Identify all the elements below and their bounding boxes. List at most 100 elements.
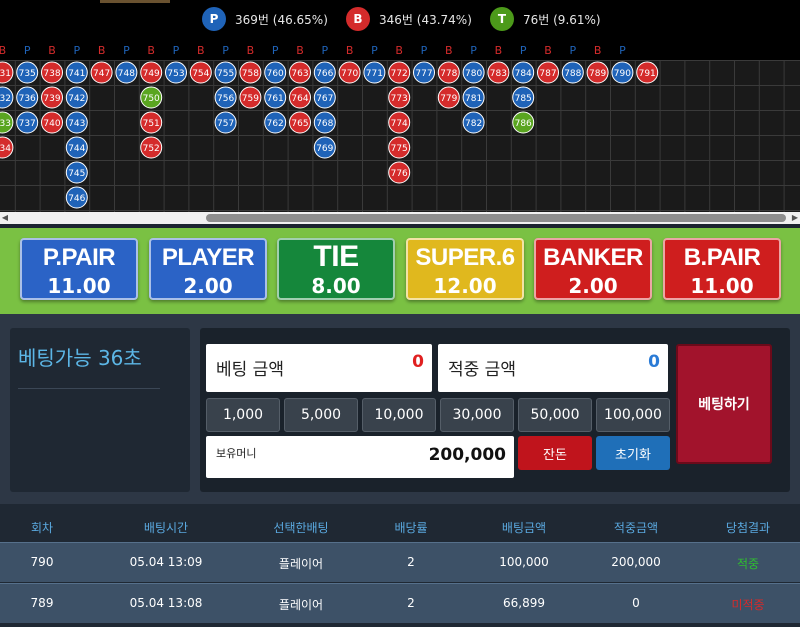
- road-bead-label: 753: [167, 69, 184, 79]
- road-bead-label: 758: [242, 69, 259, 79]
- road-bead-label: 781: [465, 94, 482, 104]
- road-bead-label: 763: [291, 69, 308, 79]
- road-bead-label: 765: [291, 119, 308, 129]
- header-time: 배팅시간: [143, 521, 189, 535]
- chip-50000-button[interactable]: 50,000: [518, 398, 592, 432]
- row-choice: 플레이어: [278, 557, 324, 571]
- road-bead-label: 780: [465, 69, 482, 79]
- road-bead-label: 770: [341, 69, 358, 79]
- road-bead-label: 745: [68, 169, 85, 179]
- place-bet-button[interactable]: 베팅하기: [676, 344, 772, 464]
- road-header-letter: B: [48, 44, 56, 57]
- road-header-letter: B: [247, 44, 255, 57]
- road-bead-label: 767: [316, 94, 333, 104]
- road-bead-label: 791: [639, 69, 656, 79]
- road-bead-label: 735: [19, 69, 36, 79]
- header-decoration: [100, 0, 170, 3]
- road-header-letter: B: [346, 44, 354, 57]
- road-header-letter: P: [321, 44, 328, 57]
- baccarat-betting-screen: P 369번 (46.65%) B 346번 (43.74%) T 76번 (9…: [0, 0, 800, 627]
- bet-banker-button[interactable]: BANKER 2.00: [534, 238, 652, 300]
- road-bead-label: 789: [589, 69, 606, 79]
- road-bead-label: 761: [267, 94, 284, 104]
- win-amount-value: 0: [648, 352, 660, 372]
- bet-controls: 베팅 금액 0 적중 금액 0 1,000 5,000 10,000 30,00…: [200, 328, 790, 492]
- chip-10000-button[interactable]: 10,000: [362, 398, 436, 432]
- scroll-right-icon[interactable]: ▶: [790, 212, 800, 224]
- header-odds: 배당률: [394, 521, 428, 535]
- balance-label: 보유머니: [216, 447, 257, 460]
- chip-100000-button[interactable]: 100,000: [596, 398, 670, 432]
- road-header-letter: B: [544, 44, 552, 57]
- reset-button[interactable]: 초기화: [596, 436, 670, 470]
- road-bead-label: 772: [391, 69, 408, 79]
- road-bead-label: 740: [43, 119, 60, 129]
- road-header-letter: P: [272, 44, 279, 57]
- bet-amount-label: 베팅 금액: [216, 360, 284, 380]
- road-bead-label: 786: [515, 119, 532, 129]
- chip-5000-button[interactable]: 5,000: [284, 398, 358, 432]
- road-header-letter: P: [73, 44, 80, 57]
- betting-panel: 베팅가능 36초 베팅 금액 0 적중 금액 0 1,000 5,000 10,…: [0, 314, 800, 504]
- road-header-letter: P: [569, 44, 576, 57]
- road-bead-label: 754: [192, 69, 209, 79]
- road-bead-label: 744: [68, 144, 85, 154]
- road-bead-label: 751: [143, 119, 160, 129]
- header-round: 회차: [30, 521, 54, 535]
- road-bead-label: 743: [68, 119, 85, 129]
- win-amount-field: 적중 금액 0: [438, 344, 668, 392]
- road-bead-label: 747: [93, 69, 110, 79]
- bet-amount-value: 0: [412, 352, 424, 372]
- road-header-letter: P: [470, 44, 477, 57]
- road-bead-label: 787: [539, 69, 556, 79]
- bet-odds: 2.00: [183, 274, 233, 298]
- bet-player-pair-button[interactable]: P.PAIR 11.00: [20, 238, 138, 300]
- table-header: 회차 배팅시간 선택한배팅 배당률 배팅금액 적중금액 당첨결과: [0, 508, 800, 544]
- banker-stat: B 346번 (43.74%): [346, 6, 472, 32]
- bet-player-button[interactable]: PLAYER 2.00: [149, 238, 267, 300]
- bet-label: P.PAIR: [42, 244, 116, 271]
- bead-road-grid: B P B P B P B P B P B P B P B P B P B P B P B P B P 731 732 733 734 73…: [0, 40, 800, 212]
- road-bead-label: 741: [68, 69, 85, 79]
- road-header-letter: B: [395, 44, 403, 57]
- header-choice: 선택한배팅: [273, 521, 329, 535]
- balance-field: 보유머니 200,000: [206, 436, 514, 478]
- road-header-letter: P: [371, 44, 378, 57]
- win-amount-label: 적중 금액: [448, 360, 516, 380]
- header-amount: 배팅금액: [501, 521, 547, 535]
- chip-1000-button[interactable]: 1,000: [206, 398, 280, 432]
- road-header-letter: B: [0, 44, 6, 57]
- bet-amount-field[interactable]: 베팅 금액 0: [206, 344, 432, 392]
- scrollbar-thumb[interactable]: [206, 214, 786, 222]
- road-header-letter: P: [173, 44, 180, 57]
- bet-super6-button[interactable]: SUPER.6 12.00: [406, 238, 524, 300]
- road-bead-label: 768: [316, 119, 333, 129]
- result-stats-bar: P 369번 (46.65%) B 346번 (43.74%) T 76번 (9…: [0, 0, 800, 40]
- row-round: 790: [30, 555, 54, 569]
- road-bead-label: 777: [415, 69, 432, 79]
- road-bead-label: 788: [564, 69, 581, 79]
- road-bead-label: 783: [490, 69, 507, 79]
- header-result: 당첨결과: [725, 521, 771, 535]
- row-odds: 2: [407, 555, 415, 569]
- road-bead-label: 738: [43, 69, 60, 79]
- chip-30000-button[interactable]: 30,000: [440, 398, 514, 432]
- tie-dot-icon: T: [490, 7, 514, 31]
- remainder-button[interactable]: 잔돈: [518, 436, 592, 470]
- road-bead-label: 746: [68, 194, 85, 204]
- player-stat: P 369번 (46.65%): [202, 6, 328, 32]
- road-bead-label: 773: [391, 94, 408, 104]
- road-scrollbar[interactable]: ◀ ▶: [0, 212, 800, 224]
- road-bead-label: 760: [267, 69, 284, 79]
- scroll-left-icon[interactable]: ◀: [0, 212, 10, 224]
- bet-odds: 2.00: [568, 274, 618, 298]
- bet-banker-pair-button[interactable]: B.PAIR 11.00: [663, 238, 781, 300]
- table-row: 789 05.04 13:08 플레이어 2 66,899 0 미적중: [0, 583, 800, 623]
- bet-odds: 11.00: [690, 274, 754, 298]
- road-bead-label: 731: [0, 69, 11, 79]
- row-time: 05.04 13:09: [129, 555, 203, 569]
- bet-tie-button[interactable]: TIE 8.00: [277, 238, 395, 300]
- bet-label: B.PAIR: [683, 244, 761, 271]
- road-header-letter: P: [123, 44, 130, 57]
- road-bead-label: 734: [0, 144, 11, 154]
